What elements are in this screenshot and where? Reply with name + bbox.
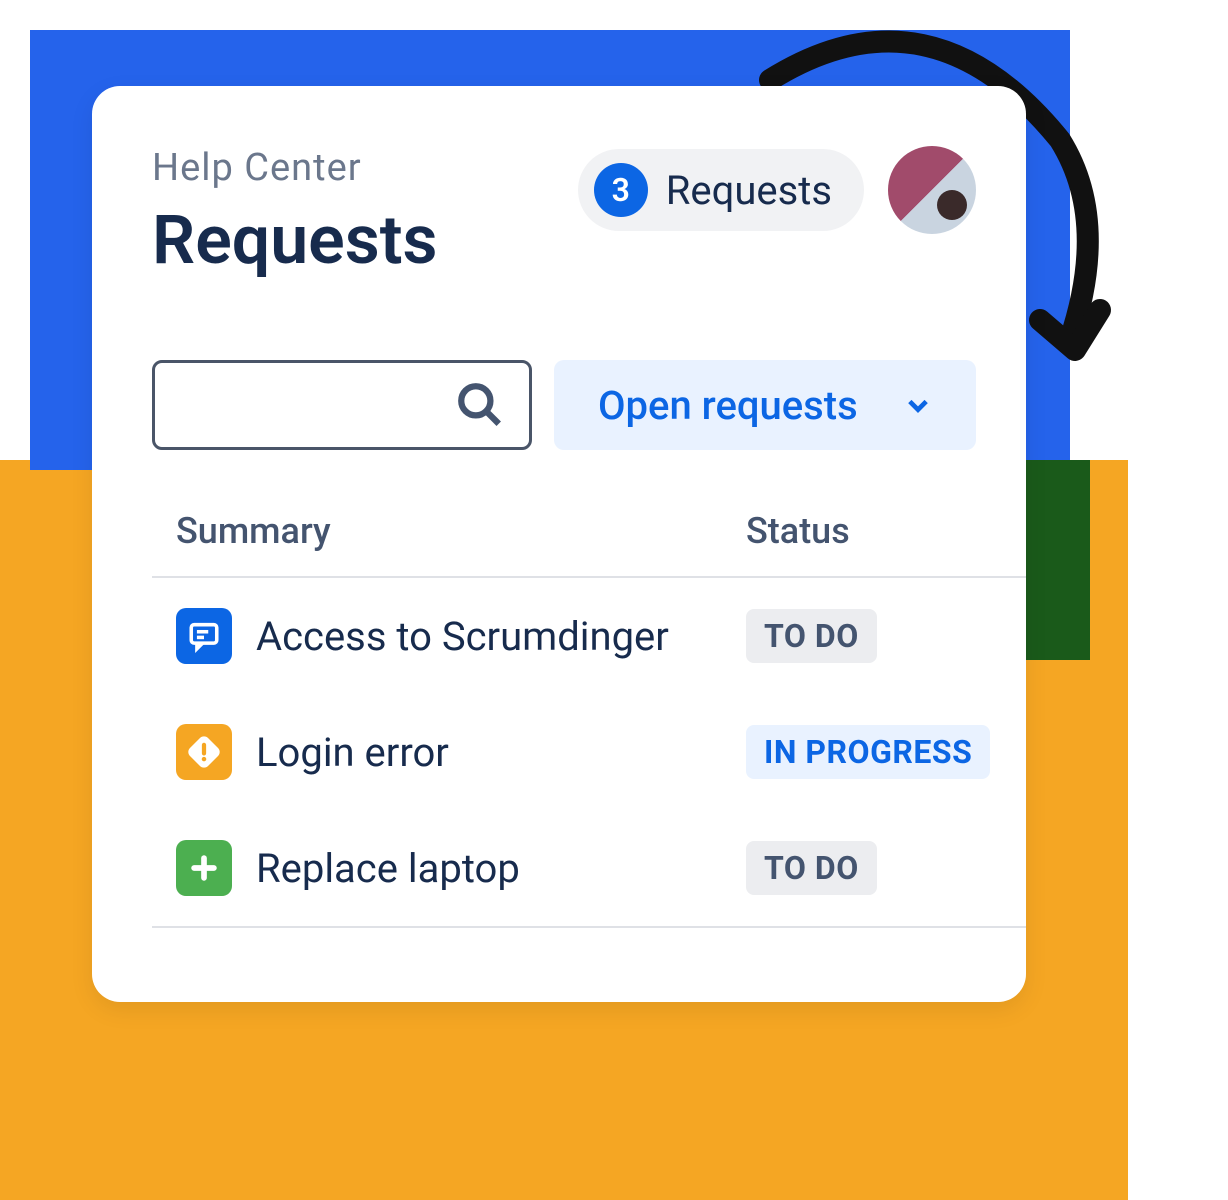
search-icon: [455, 380, 505, 430]
status-badge: TO DO: [746, 609, 877, 663]
filter-selected-label: Open requests: [598, 382, 858, 429]
table-row[interactable]: Access to Scrumdinger TO DO: [152, 578, 1026, 694]
requests-panel: Help Center Requests 3 Requests Open req…: [92, 86, 1026, 1002]
request-summary: Login error: [256, 729, 449, 776]
table-header: Summary Status: [152, 510, 1026, 578]
requests-table: Summary Status Access to Scrumdinger: [152, 510, 1026, 928]
plus-icon: [176, 840, 232, 896]
status-badge: IN PROGRESS: [746, 725, 990, 779]
breadcrumb[interactable]: Help Center: [152, 146, 438, 190]
table-row[interactable]: Replace laptop TO DO: [152, 810, 1026, 926]
search-input[interactable]: [152, 360, 532, 450]
chat-icon: [176, 608, 232, 664]
filter-dropdown[interactable]: Open requests: [554, 360, 976, 450]
requests-count-pill[interactable]: 3 Requests: [578, 149, 864, 231]
page-title: Requests: [152, 200, 438, 280]
badge-label: Requests: [666, 167, 832, 214]
badge-count: 3: [594, 163, 648, 217]
column-summary: Summary: [176, 510, 746, 552]
alert-icon: [176, 724, 232, 780]
avatar[interactable]: [888, 146, 976, 234]
request-summary: Access to Scrumdinger: [256, 613, 669, 660]
column-status: Status: [746, 510, 1002, 552]
request-summary: Replace laptop: [256, 845, 520, 892]
status-badge: TO DO: [746, 841, 877, 895]
table-row[interactable]: Login error IN PROGRESS: [152, 694, 1026, 810]
chevron-down-icon: [904, 391, 932, 419]
